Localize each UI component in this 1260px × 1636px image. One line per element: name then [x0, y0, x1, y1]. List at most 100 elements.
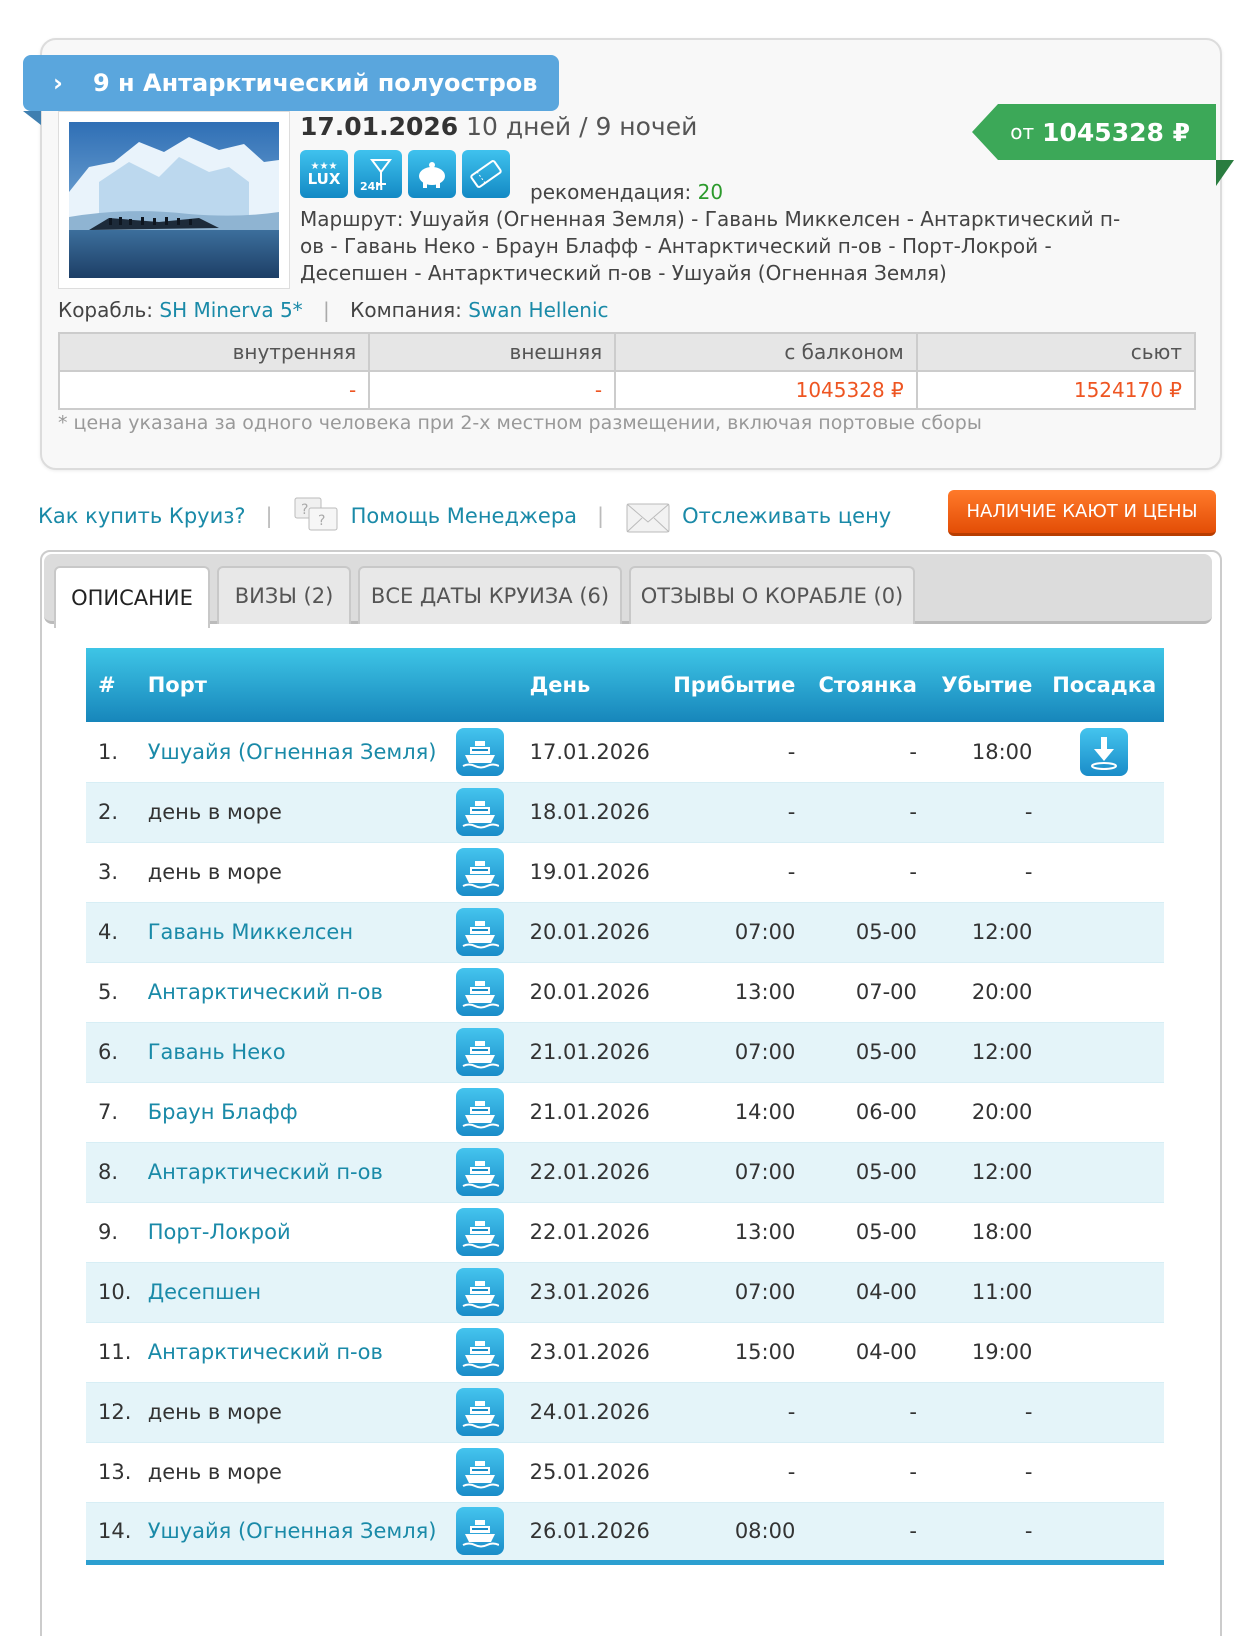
ship-icon[interactable] — [455, 727, 504, 776]
port-link[interactable]: Ушуайя (Огненная Земля) — [148, 1519, 437, 1543]
ship-icon[interactable] — [455, 1088, 504, 1136]
ship-icon[interactable] — [455, 1148, 504, 1196]
cruise-title-ribbon[interactable]: › 9 н Антарктический полуостров — [23, 55, 559, 111]
port-link[interactable]: Десепшен — [148, 1280, 261, 1304]
stay-cell: 05-00 — [807, 1142, 929, 1203]
ship-icon[interactable] — [455, 1268, 504, 1316]
stay-cell: - — [807, 1442, 929, 1503]
ship-icon[interactable] — [455, 908, 504, 956]
ship-icon[interactable] — [455, 788, 504, 836]
day-cell: 26.01.2026 — [523, 1502, 666, 1565]
arrival-cell: 07:00 — [665, 1262, 808, 1323]
day-cell: 25.01.2026 — [523, 1442, 666, 1503]
lux-icon[interactable]: ★★★ LUX — [300, 150, 348, 198]
arrival-cell: - — [665, 1442, 808, 1503]
piggy-bank-icon[interactable] — [408, 150, 456, 198]
bar-24h-icon[interactable]: 24h — [354, 150, 402, 198]
itinerary-row: 1. Ушуайя (Огненная Земля) 17.01.2026- -18:… — [86, 722, 1164, 783]
row-number: 11. — [86, 1322, 142, 1383]
ship-icon-cell — [449, 902, 524, 963]
port-link[interactable]: Браун Блафф — [148, 1100, 298, 1124]
ship-icon-cell — [449, 1142, 524, 1203]
cruise-duration: 10 дней / 9 ночей — [466, 112, 698, 141]
ship-icon-cell — [449, 782, 524, 843]
svg-text:?: ? — [318, 513, 325, 529]
ship-icon[interactable] — [455, 968, 504, 1016]
ship-link[interactable]: SH Minerva 5* — [159, 298, 302, 322]
port-link[interactable]: Антарктический п-ов — [148, 980, 383, 1004]
itinerary-row: 12. день в море 24.01.2026- - - — [86, 1382, 1164, 1443]
departure-cell: 19:00 — [928, 1322, 1045, 1383]
price-badge[interactable]: от 1045328 ₽ — [972, 104, 1216, 160]
boarding-download-icon[interactable] — [1080, 727, 1129, 776]
ship-icon[interactable] — [455, 1507, 504, 1555]
row-number: 1. — [86, 722, 142, 783]
tab-description[interactable]: ОПИСАНИЕ — [54, 566, 210, 628]
boarding-cell — [1044, 1322, 1164, 1383]
price-note: * цена указана за одного человека при 2-… — [58, 412, 982, 434]
row-number: 13. — [86, 1442, 142, 1503]
row-number: 7. — [86, 1082, 142, 1143]
boarding-cell — [1044, 782, 1164, 843]
cabin-price-inside[interactable]: - — [57, 370, 371, 410]
ticket-icon[interactable] — [462, 150, 510, 198]
ship-icon[interactable] — [455, 1388, 504, 1436]
port-text: день в море — [147, 800, 282, 824]
envelope-icon — [624, 494, 672, 538]
row-number: 3. — [86, 842, 142, 903]
arrival-cell: - — [665, 842, 808, 903]
tab-visas[interactable]: ВИЗЫ (2) — [217, 566, 351, 624]
port-link[interactable]: Ушуайя (Огненная Земля) — [148, 740, 437, 764]
port-cell: Антарктический п-ов — [141, 1322, 450, 1383]
cabin-price-balcony[interactable]: 1045328 ₽ — [614, 370, 918, 410]
ship-icon-cell — [449, 1262, 524, 1323]
itinerary-row: 4. Гавань Миккелсен 20.01.2026 07:00 05-00 12… — [86, 902, 1164, 963]
cabin-price-outside[interactable]: - — [368, 370, 617, 410]
company-label: Компания: — [350, 298, 462, 322]
arrival-cell: 07:00 — [665, 1022, 808, 1083]
day-cell: 22.01.2026 — [523, 1202, 666, 1263]
stay-cell: 04-00 — [807, 1322, 929, 1383]
arrival-cell: 13:00 — [665, 1202, 808, 1263]
port-link[interactable]: Антарктический п-ов — [148, 1340, 383, 1364]
boarding-cell — [1044, 962, 1164, 1023]
company-link[interactable]: Swan Hellenic — [468, 298, 608, 322]
cabin-price-suite[interactable]: 1524170 ₽ — [915, 370, 1197, 410]
help-links-row: Как купить Круиз? | ?? Помощь Менеджера … — [38, 494, 891, 538]
ship-icon[interactable] — [455, 1028, 504, 1076]
boarding-cell — [1044, 1502, 1164, 1565]
day-cell: 21.01.2026 — [523, 1022, 666, 1083]
cruise-title: 9 н Антарктический полуостров — [93, 69, 538, 97]
port-link[interactable]: Антарктический п-ов — [148, 1160, 383, 1184]
cabin-header-suite: сьют — [915, 332, 1197, 372]
itinerary-header-row: # Порт День Прибытие Стоянка Убытие Поса… — [86, 648, 1164, 722]
track-price-link[interactable]: Отслеживать цену — [682, 504, 891, 528]
port-cell: Ушуайя (Огненная Земля) — [141, 1502, 450, 1565]
ship-icon-cell — [449, 1382, 524, 1443]
itinerary-row: 9. Порт-Локрой 22.01.2026 13:00 05-00 18:00 — [86, 1202, 1164, 1263]
port-cell: Антарктический п-ов — [141, 962, 450, 1023]
ship-icon[interactable] — [455, 1448, 504, 1496]
availability-button[interactable]: НАЛИЧИЕ КАЮТ И ЦЕНЫ — [948, 490, 1216, 536]
divider: | — [265, 504, 273, 528]
port-link[interactable]: Порт-Локрой — [148, 1220, 291, 1244]
how-to-buy-link[interactable]: Как купить Круиз? — [38, 504, 246, 528]
port-cell: день в море — [141, 1382, 450, 1443]
arrival-cell: 13:00 — [665, 962, 808, 1023]
cruise-photo[interactable] — [58, 111, 290, 289]
departure-cell: - — [928, 782, 1045, 843]
ship-icon[interactable] — [455, 1208, 504, 1256]
tab-ship-reviews[interactable]: ОТЗЫВЫ О КОРАБЛЕ (0) — [629, 566, 915, 624]
ship-icon-cell — [449, 1202, 524, 1263]
ship-icon[interactable] — [455, 1328, 504, 1376]
manager-help-link[interactable]: Помощь Менеджера — [351, 504, 577, 528]
port-link[interactable]: Гавань Неко — [148, 1040, 286, 1064]
port-link[interactable]: Гавань Миккелсен — [148, 920, 353, 944]
stay-cell: 05-00 — [807, 1022, 929, 1083]
boarding-cell — [1044, 1202, 1164, 1263]
route-label: Маршрут: — [300, 207, 404, 231]
ship-icon[interactable] — [455, 848, 504, 896]
stay-cell: - — [807, 1382, 929, 1443]
row-number: 9. — [86, 1202, 142, 1263]
tab-all-dates[interactable]: ВСЕ ДАТЫ КРУИЗА (6) — [358, 566, 622, 624]
